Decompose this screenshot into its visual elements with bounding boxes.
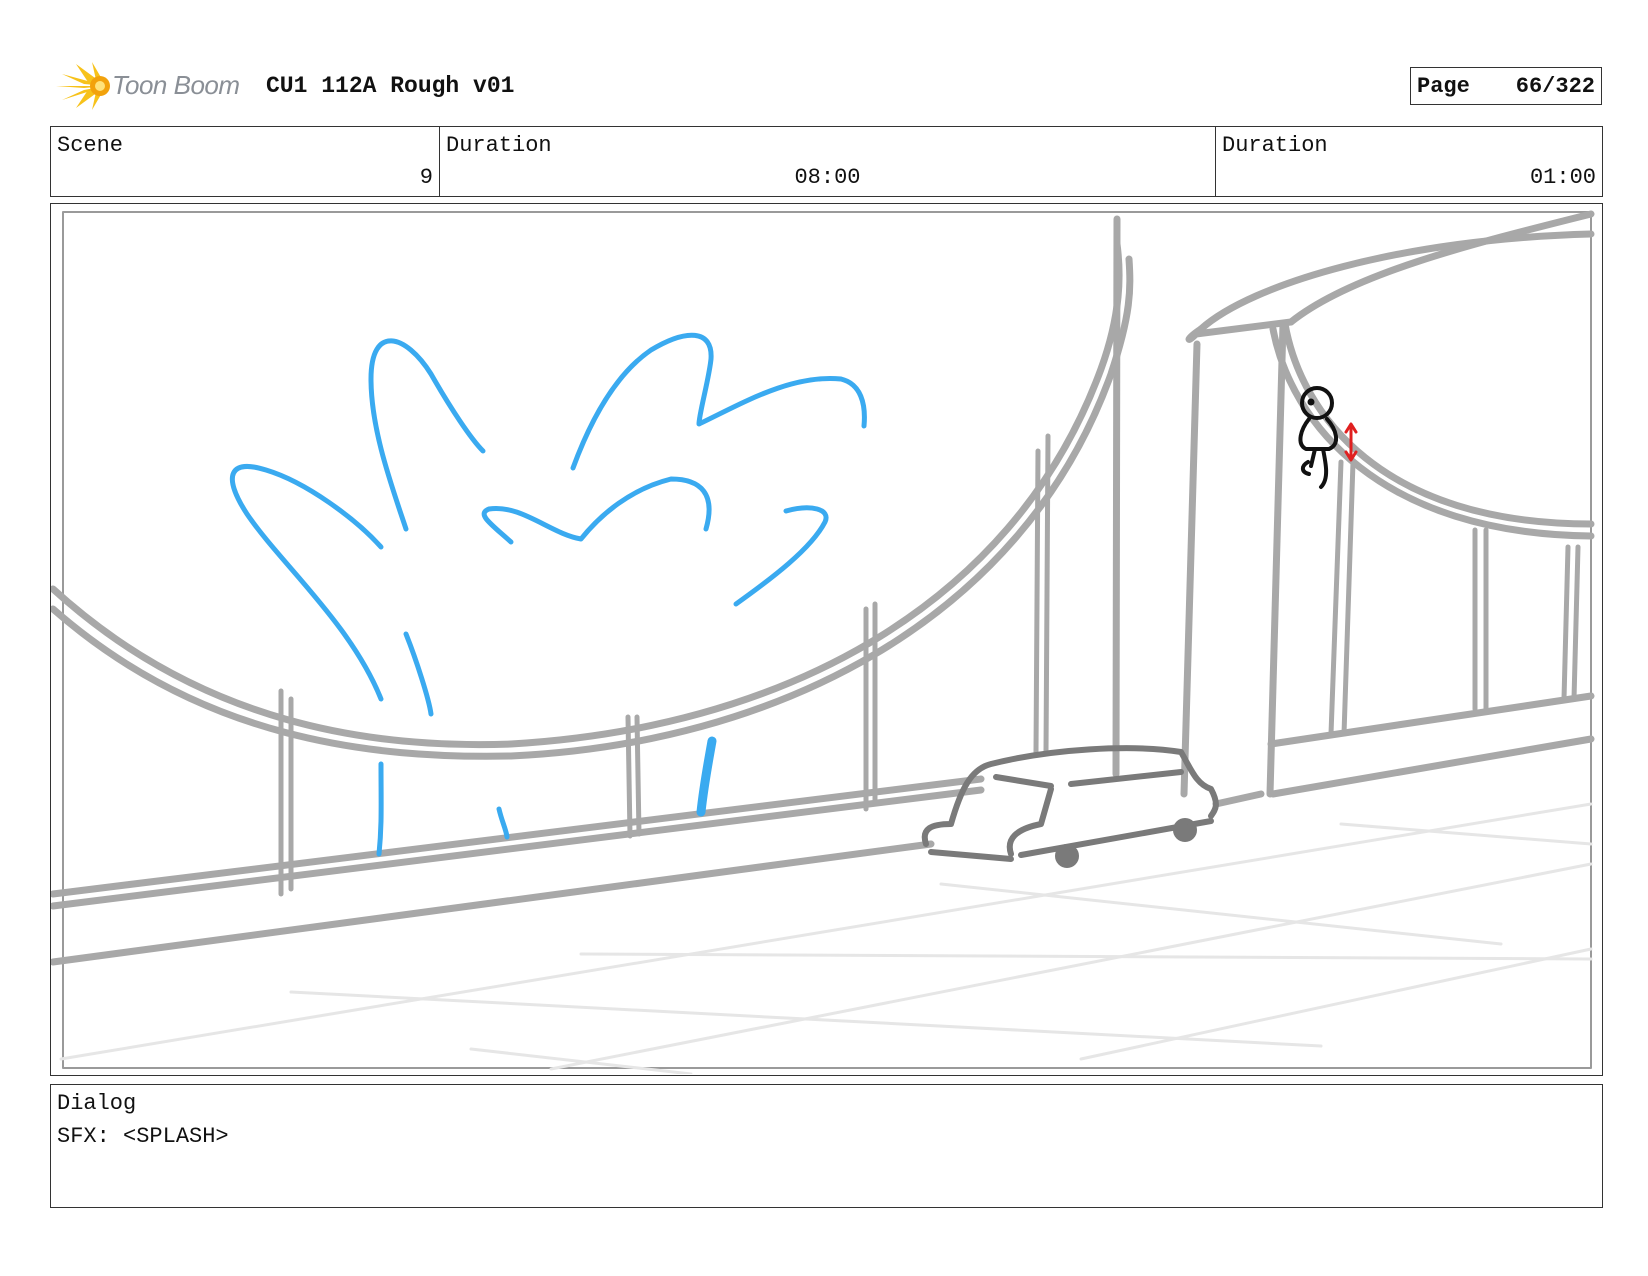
dialog-label: Dialog xyxy=(57,1091,137,1116)
panel-sketch xyxy=(51,210,1595,1074)
page-label: Page xyxy=(1417,73,1470,99)
toon-boom-logo: Toon Boom xyxy=(54,60,254,110)
raised-track xyxy=(51,210,1595,798)
logo-text: Toon Boom xyxy=(112,70,240,100)
storyboard-panel xyxy=(50,203,1603,1076)
dialog-text: SFX: <SPLASH> xyxy=(57,1124,229,1149)
panel-duration-value: 01:00 xyxy=(1529,165,1596,190)
starburst-logo-icon xyxy=(56,62,110,110)
water-splash xyxy=(229,332,867,857)
dialog-box: Dialog SFX: <SPLASH> xyxy=(50,1084,1603,1208)
scene-cell: Scene 9 xyxy=(51,127,439,196)
panel-duration-label: Duration xyxy=(1222,133,1328,158)
camera-frame xyxy=(62,211,1592,1069)
scene-duration-cell: Duration 08:00 xyxy=(439,127,1215,196)
car-sketch xyxy=(921,745,1219,868)
page-header: Toon Boom CU1 112A Rough v01 Page 66/322 xyxy=(50,56,1602,112)
project-title: CU1 112A Rough v01 xyxy=(266,73,515,99)
page-number: 66/322 xyxy=(1515,73,1595,99)
scene-label: Scene xyxy=(57,133,124,158)
walkway-rails xyxy=(51,692,1595,966)
scene-number: 9 xyxy=(419,165,433,190)
scene-duration-label: Duration xyxy=(446,133,552,158)
scene-duration-value: 08:00 xyxy=(794,165,861,190)
panel-duration-cell: Duration 01:00 xyxy=(1215,127,1602,196)
page-counter: Page 66/322 xyxy=(1410,67,1602,105)
scene-info-row: Scene 9 Duration 08:00 Duration 01:00 xyxy=(50,126,1603,197)
